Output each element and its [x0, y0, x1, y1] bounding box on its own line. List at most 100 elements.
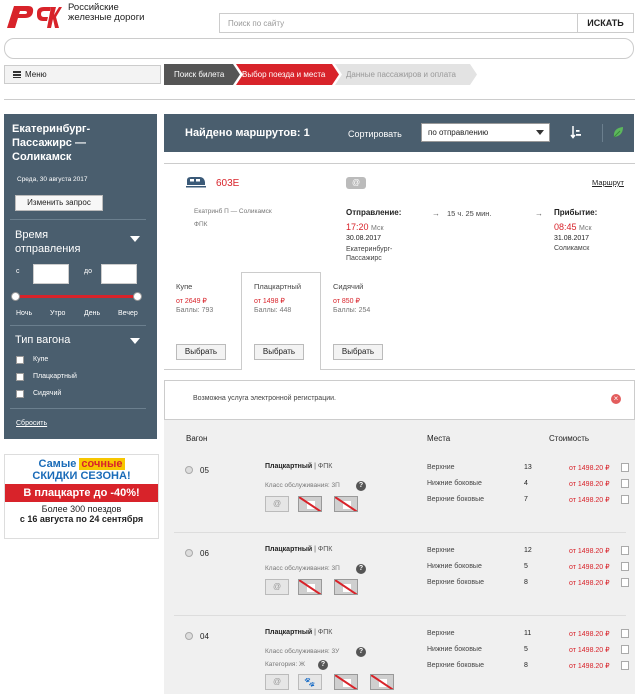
- time-slider-track[interactable]: [15, 295, 139, 298]
- col-seats: Места: [427, 434, 451, 443]
- arrow-right-icon: →: [432, 209, 440, 218]
- rzd-logo[interactable]: [4, 3, 62, 31]
- car-type-platskart-label: Плацкартный: [33, 373, 77, 380]
- seat-select-checkbox[interactable]: [621, 645, 629, 654]
- brand-line-2: железные дороги: [68, 12, 145, 23]
- sort-label: Сортировать: [348, 129, 402, 139]
- checkbox-kupe[interactable]: [16, 356, 24, 364]
- seat-select-checkbox[interactable]: [621, 479, 629, 488]
- step-search[interactable]: Поиск билета: [164, 64, 224, 85]
- seat-count: 5: [524, 646, 528, 653]
- help-icon[interactable]: ?: [356, 564, 366, 574]
- seat-count: 5: [524, 563, 528, 570]
- seat-select-checkbox[interactable]: [621, 578, 629, 587]
- search-button[interactable]: ИСКАТЬ: [577, 13, 634, 33]
- wagon-number: 04: [200, 632, 209, 641]
- seat-count: 8: [524, 662, 528, 669]
- depart-time: 17:20 Мск: [346, 222, 384, 232]
- banner-line-1: Самые сочные: [38, 458, 125, 470]
- train-number[interactable]: 603Е: [216, 178, 239, 189]
- checkbox-platskart[interactable]: [16, 373, 24, 381]
- departure-time-title: Время отправления: [15, 228, 80, 256]
- time-from-input[interactable]: [33, 264, 69, 284]
- slider-label-morning: Утро: [50, 310, 66, 317]
- slider-label-evening: Вечер: [118, 310, 138, 317]
- notice-text: Возможна услуга электронной регистрации.: [193, 395, 336, 402]
- route-link[interactable]: Маршрут: [592, 178, 624, 187]
- seat-kind: Верхние боковые: [427, 662, 485, 669]
- seat-price: от 1498.20 ₽: [569, 647, 610, 654]
- promo-banner[interactable]: Самые сочные СКИДКИ СЕЗОНА! В плацкарте …: [4, 454, 159, 539]
- seat-kind: Верхние: [427, 630, 455, 637]
- slider-handle-start[interactable]: [11, 292, 20, 301]
- checkbox-sitting[interactable]: [16, 390, 24, 398]
- col-cost: Стоимость: [549, 434, 590, 443]
- seat-price: от 1498.20 ₽: [569, 497, 610, 504]
- search-input[interactable]: Поиск по сайту: [219, 13, 578, 33]
- seat-select-checkbox[interactable]: [621, 546, 629, 555]
- seat-select-checkbox[interactable]: [621, 463, 629, 472]
- trip-duration: 15 ч. 25 мин.: [447, 209, 492, 218]
- e-registration-icon: @: [265, 496, 289, 512]
- change-request-button[interactable]: Изменить запрос: [15, 195, 103, 211]
- seat-kind: Верхние боковые: [427, 579, 485, 586]
- seat-select-checkbox[interactable]: [621, 495, 629, 504]
- reset-link[interactable]: Сбросить: [16, 420, 47, 427]
- seat-select-checkbox[interactable]: [621, 661, 629, 670]
- time-title-line-2: отправления: [15, 243, 81, 255]
- no-wc-icon: [334, 579, 358, 595]
- seat-price: от 1498.20 ₽: [569, 465, 610, 472]
- seat-kind: Нижние боковые: [427, 646, 482, 653]
- seat-select-checkbox[interactable]: [621, 629, 629, 638]
- wagon-radio[interactable]: [185, 632, 193, 640]
- no-food-icon: [298, 579, 322, 595]
- seat-price: от 1498.20 ₽: [569, 564, 610, 571]
- class-platskart-name[interactable]: Плацкартный: [254, 282, 301, 291]
- wagon-radio[interactable]: [185, 549, 193, 557]
- help-icon[interactable]: ?: [356, 647, 366, 657]
- time-to-input[interactable]: [101, 264, 137, 284]
- sort-order-icon[interactable]: [570, 125, 582, 139]
- service-class: Класс обслуживания: 3П: [265, 565, 340, 572]
- arrive-label: Прибытие:: [554, 208, 598, 217]
- collapse-triangle-icon[interactable]: [130, 236, 140, 242]
- car-type-kupe-label: Купе: [33, 356, 49, 363]
- select-platskart-button[interactable]: Выбрать: [254, 344, 304, 360]
- slider-handle-end[interactable]: [133, 292, 142, 301]
- menu-button[interactable]: Меню: [4, 65, 161, 84]
- select-kupe-button[interactable]: Выбрать: [176, 344, 226, 360]
- divider: [4, 99, 635, 100]
- time-from-label: с: [16, 268, 20, 275]
- sidebar-divider: [10, 408, 146, 409]
- seat-select-checkbox[interactable]: [621, 562, 629, 571]
- select-sitting-button[interactable]: Выбрать: [333, 344, 383, 360]
- hamburger-icon: [13, 70, 21, 80]
- time-title-line-1: Время: [15, 229, 49, 241]
- sidebar-divider: [10, 219, 146, 220]
- tab-baseline: [321, 369, 635, 370]
- wagon-radio[interactable]: [185, 466, 193, 474]
- col-car: Вагон: [186, 434, 208, 443]
- class-platskart-price: от 1498 ₽: [254, 298, 285, 305]
- service-class: Класс обслуживания: 3П: [265, 482, 340, 489]
- class-kupe-name[interactable]: Купе: [176, 282, 192, 291]
- class-platskart-points: Баллы: 448: [254, 307, 292, 314]
- banner-line-4: Более 300 поездов: [41, 504, 122, 514]
- sort-select[interactable]: по отправлению: [421, 123, 550, 142]
- collapse-triangle-icon[interactable]: [130, 338, 140, 344]
- close-icon[interactable]: ×: [611, 394, 621, 404]
- step-choose-train: Выбор поезда и места: [242, 70, 326, 79]
- no-food-icon: [334, 674, 358, 690]
- class-sitting-name[interactable]: Сидячий: [333, 282, 363, 291]
- main-search-bar[interactable]: [4, 38, 634, 59]
- car-type-sitting-label: Сидячий: [33, 390, 62, 397]
- help-icon[interactable]: ?: [318, 660, 328, 670]
- seat-price: от 1498.20 ₽: [569, 481, 610, 488]
- seat-price: от 1498.20 ₽: [569, 631, 610, 638]
- wagon-list: [164, 420, 635, 694]
- eco-leaf-icon[interactable]: [612, 125, 624, 139]
- e-registration-icon: @: [265, 579, 289, 595]
- seat-count: 8: [524, 579, 528, 586]
- seat-kind: Верхние: [427, 547, 455, 554]
- help-icon[interactable]: ?: [356, 481, 366, 491]
